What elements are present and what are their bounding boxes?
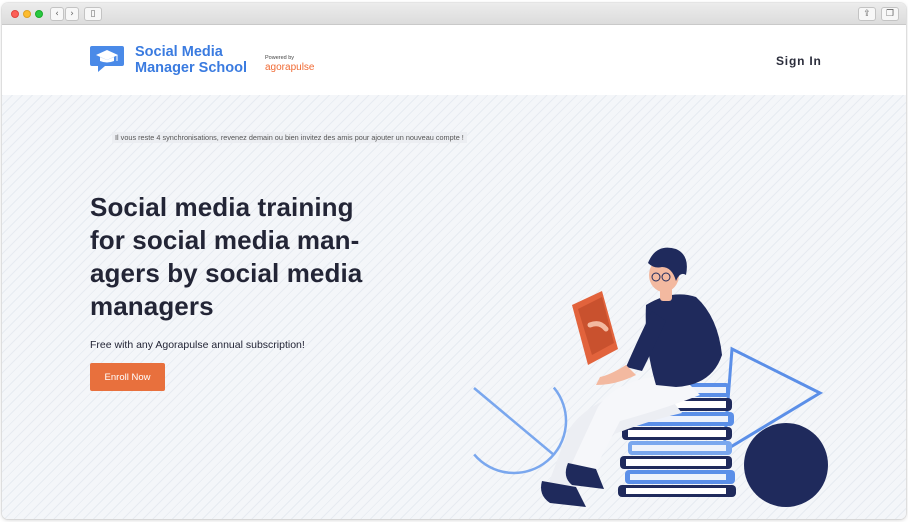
- hero-subtext: Free with any Agorapulse annual subscrip…: [90, 339, 305, 351]
- headline-line: Social media training: [90, 192, 354, 222]
- sidebar-toggle-button[interactable]: ▯: [84, 7, 102, 21]
- hero-headline: Social media training for social media m…: [90, 191, 390, 323]
- headline-line: for social media man-: [90, 225, 360, 255]
- graduation-cap-logo-icon[interactable]: [89, 44, 125, 74]
- brand-line-1: Social Media: [135, 44, 223, 60]
- browser-window: ‹ › ▯ ⇪ ❐ Social Media Manager School Po…: [2, 3, 906, 519]
- sidebar-icon: ▯: [90, 8, 96, 19]
- zoom-window-button[interactable]: [35, 10, 43, 18]
- chevron-right-icon: ›: [70, 8, 74, 19]
- sync-notice: Il vous reste 4 synchronisations, revene…: [112, 132, 467, 143]
- brand-line-2: Manager School: [135, 60, 247, 76]
- sign-in-link[interactable]: Sign In: [776, 54, 822, 68]
- half-circle-diameter: [473, 387, 555, 456]
- navy-circle-shape: [744, 423, 828, 507]
- headline-line: managers: [90, 291, 214, 321]
- hero-section: Il vous reste 4 synchronisations, revene…: [2, 95, 906, 519]
- site-header: Social Media Manager School Powered by a…: [2, 25, 906, 95]
- powered-by-label: Powered by: [265, 55, 295, 61]
- browser-titlebar: ‹ › ▯ ⇪ ❐: [2, 3, 906, 25]
- enroll-now-button[interactable]: Enroll Now: [90, 363, 165, 391]
- chevron-left-icon: ‹: [55, 8, 59, 19]
- tabs-icon: ❐: [885, 8, 895, 19]
- back-button[interactable]: ‹: [50, 7, 64, 21]
- minimize-window-button[interactable]: [23, 10, 31, 18]
- forward-button[interactable]: ›: [65, 7, 79, 21]
- person-reading-illustration: [473, 247, 828, 507]
- share-icon: ⇪: [863, 8, 871, 19]
- share-button[interactable]: ⇪: [858, 7, 876, 21]
- brand-name[interactable]: Social Media Manager School: [135, 44, 265, 76]
- agorapulse-logo[interactable]: agorapulse: [265, 62, 314, 74]
- headline-line: agers by social media: [90, 258, 363, 288]
- close-window-button[interactable]: [11, 10, 19, 18]
- tabs-overview-button[interactable]: ❐: [881, 7, 899, 21]
